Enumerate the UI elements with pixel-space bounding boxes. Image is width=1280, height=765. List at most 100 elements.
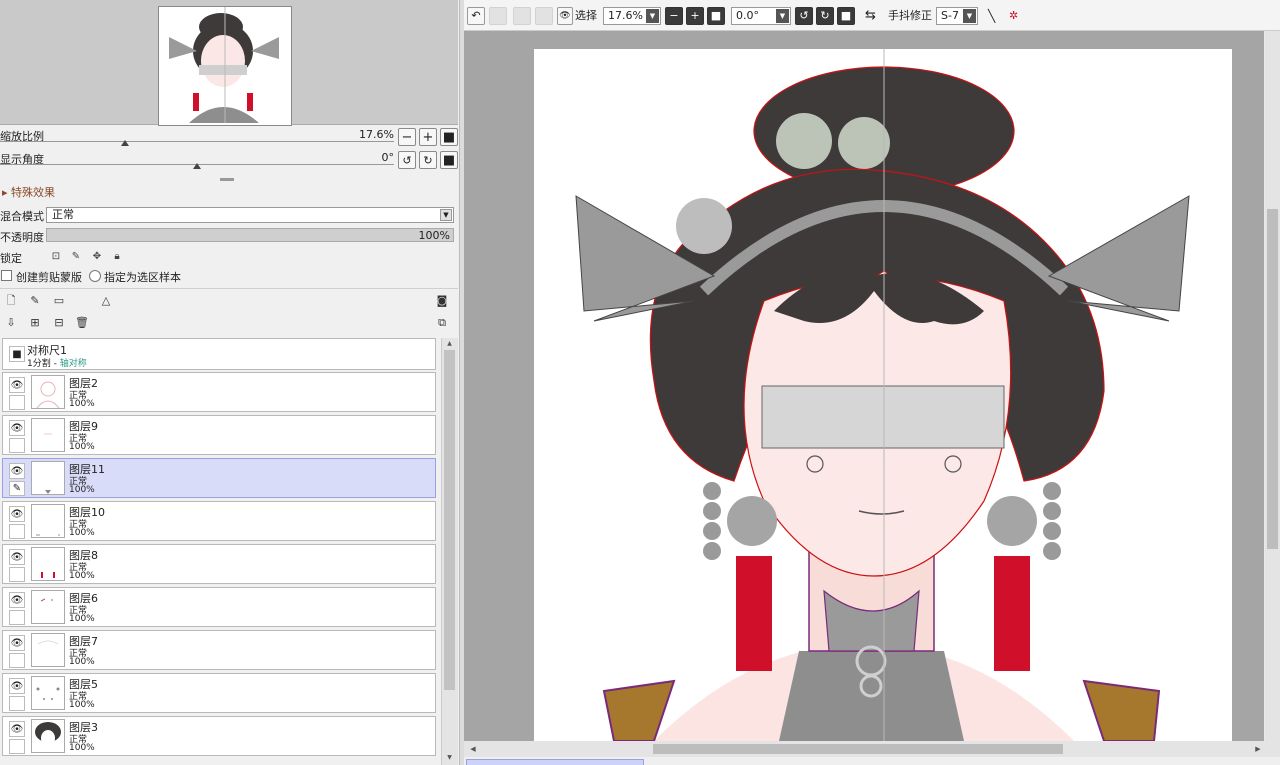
canvas-horizontal-scrollbar[interactable]: ◀ ▶ [464,741,1280,757]
eye-icon[interactable]: 👁︎ [9,377,25,393]
layer-opacity: 100% [69,442,95,452]
zoom-out-button[interactable]: − [398,128,416,146]
zoom-combo[interactable]: 17.6% ▼ [603,7,661,25]
rotate-left-button[interactable]: ↺ [398,151,416,169]
stabilizer-combo[interactable]: S-7 ▼ [936,7,978,25]
selection-source-radio[interactable] [89,270,101,282]
layer-row[interactable]: 👁︎ 图层6 正常 100% [2,587,436,627]
layer-row[interactable]: 👁︎ 图层5 正常 100% [2,673,436,713]
eye-icon[interactable]: 👁︎ [557,7,573,25]
zoom-slider[interactable]: 缩放比例 17.6% [0,126,394,146]
eye-icon[interactable]: 👁︎ [9,635,25,651]
layer-opacity: 100% [69,743,95,753]
layer-list-scrollbar[interactable]: ▲ ▼ [441,338,458,765]
line-tool-icon[interactable]: ╲ [988,7,995,25]
artwork-canvas[interactable] [464,31,1264,741]
lock-paint-icon[interactable]: ✎ [69,250,83,264]
layer-list-scroll-thumb[interactable] [444,350,455,690]
canvas-horizontal-scroll-thumb[interactable] [653,744,1063,754]
layer-row[interactable]: 👁︎ 图层7 正常 100% [2,630,436,670]
scroll-up-icon[interactable]: ▲ [444,339,455,349]
layer-row[interactable]: 👁︎ 图层10 正常 100% [2,501,436,541]
rotate-reset-button[interactable]: ■ [440,151,458,169]
angle-combo[interactable]: 0.0° ▼ [731,7,791,25]
layer-row[interactable]: 👁︎ 图层2 正常 100% [2,372,436,412]
new-layer-icon[interactable]: 🗋︎ [4,294,18,308]
effects-header[interactable]: ▸ 特殊效果 [2,184,55,200]
eye-icon[interactable]: 👁︎ [9,678,25,694]
eye-icon[interactable]: 👁︎ [9,549,25,565]
undo-button[interactable]: ↶ [467,7,485,25]
canvas-viewport[interactable] [464,31,1264,741]
ruler-layer[interactable]: ■ 对称尺1 1分割 - 轴对称 [2,338,436,370]
navigator-panel[interactable] [0,0,458,126]
clear-layer-icon[interactable]: ⊟ [52,316,66,330]
duplicate-layer-icon[interactable]: ⧉ [435,316,449,330]
blend-mode-select[interactable]: 正常 ▼ [46,207,454,223]
eye-icon[interactable]: 👁︎ [9,420,25,436]
transfer-layer-icon[interactable]: ⊞ [28,316,42,330]
lock-all-icon[interactable]: 🔒︎ [110,250,124,264]
document-tab[interactable] [466,759,644,765]
navigator-preview[interactable] [158,6,292,126]
rotate-right-button[interactable]: ↻ [816,7,834,25]
new-folder-icon[interactable]: ▭ [52,294,66,308]
angle-combo-value: 0.0° [736,9,759,22]
scroll-left-icon[interactable]: ◀ [467,743,479,755]
trash-icon[interactable]: 🗑︎ [75,316,89,330]
layer-settings-icon[interactable]: ◙ [435,294,449,308]
layer-flag-box[interactable] [9,524,25,539]
layer-row[interactable]: 👁︎ 图层9 正常 100% [2,415,436,455]
layer-flag-box[interactable] [9,567,25,582]
layer-flag-box[interactable] [9,696,25,711]
zoom-in-button[interactable]: + [419,128,437,146]
invert-selection-button[interactable] [535,7,553,25]
scroll-right-icon[interactable]: ▶ [1252,743,1264,755]
rotate-reset-button[interactable]: ■ [837,7,855,25]
lock-transparency-icon[interactable]: ⊡ [49,250,63,264]
eye-icon[interactable]: 👁︎ [9,463,25,479]
eye-icon[interactable]: 👁︎ [9,506,25,522]
ruler-visibility-icon[interactable]: ■ [9,346,25,362]
eye-icon[interactable]: 👁︎ [9,592,25,608]
layer-flag-box[interactable] [9,610,25,625]
layer-row-selected[interactable]: 👁︎ ✎ 图层11 正常 100% [2,458,436,498]
canvas-vertical-scroll-thumb[interactable] [1267,209,1278,549]
panel-resize-grip[interactable] [220,178,234,181]
layer-flag-box[interactable] [9,395,25,410]
clip-mask-checkbox[interactable] [1,270,12,281]
opacity-slider[interactable]: 100% [46,228,454,242]
scroll-down-icon[interactable]: ▼ [444,753,455,763]
rotate-right-button[interactable]: ↻ [419,151,437,169]
chevron-down-icon[interactable]: ▼ [963,9,976,23]
zoom-thumb[interactable] [121,140,129,146]
new-linework-layer-icon[interactable]: ✎ [28,294,42,308]
angle-slider[interactable]: 显示角度 0° [0,149,394,169]
selection-source-label: 指定为选区样本 [104,271,181,284]
canvas-vertical-scrollbar[interactable] [1265,31,1280,741]
ruler-tool-icon[interactable]: △ [99,294,113,308]
chevron-down-icon[interactable]: ▼ [646,9,659,23]
zoom-reset-button[interactable]: ■ [440,128,458,146]
zoom-out-button[interactable]: − [665,7,683,25]
layer-flag-box[interactable] [9,739,25,754]
layer-flag-box[interactable] [9,653,25,668]
zoom-reset-button[interactable]: ■ [707,7,725,25]
layer-row[interactable]: 👁︎ 图层3 正常 100% [2,716,436,756]
edge-tool-icon[interactable]: ✲ [1009,7,1018,25]
layer-row[interactable]: 👁︎ 图层8 正常 100% [2,544,436,584]
flip-horizontal-icon[interactable]: ⇆ [865,7,876,25]
deselect-button[interactable] [513,7,531,25]
redo-button[interactable] [489,7,507,25]
merge-down-icon[interactable]: ⇩ [4,316,18,330]
angle-thumb[interactable] [193,163,201,169]
zoom-track[interactable] [0,141,394,142]
eye-icon[interactable]: 👁︎ [9,721,25,737]
rotate-left-button[interactable]: ↺ [795,7,813,25]
lock-move-icon[interactable]: ✥ [90,250,104,264]
zoom-in-button[interactable]: + [686,7,704,25]
layer-flag-box[interactable] [9,438,25,453]
chevron-down-icon[interactable]: ▼ [440,209,452,221]
chevron-down-icon[interactable]: ▼ [776,9,789,23]
pencil-icon[interactable]: ✎ [9,481,25,496]
